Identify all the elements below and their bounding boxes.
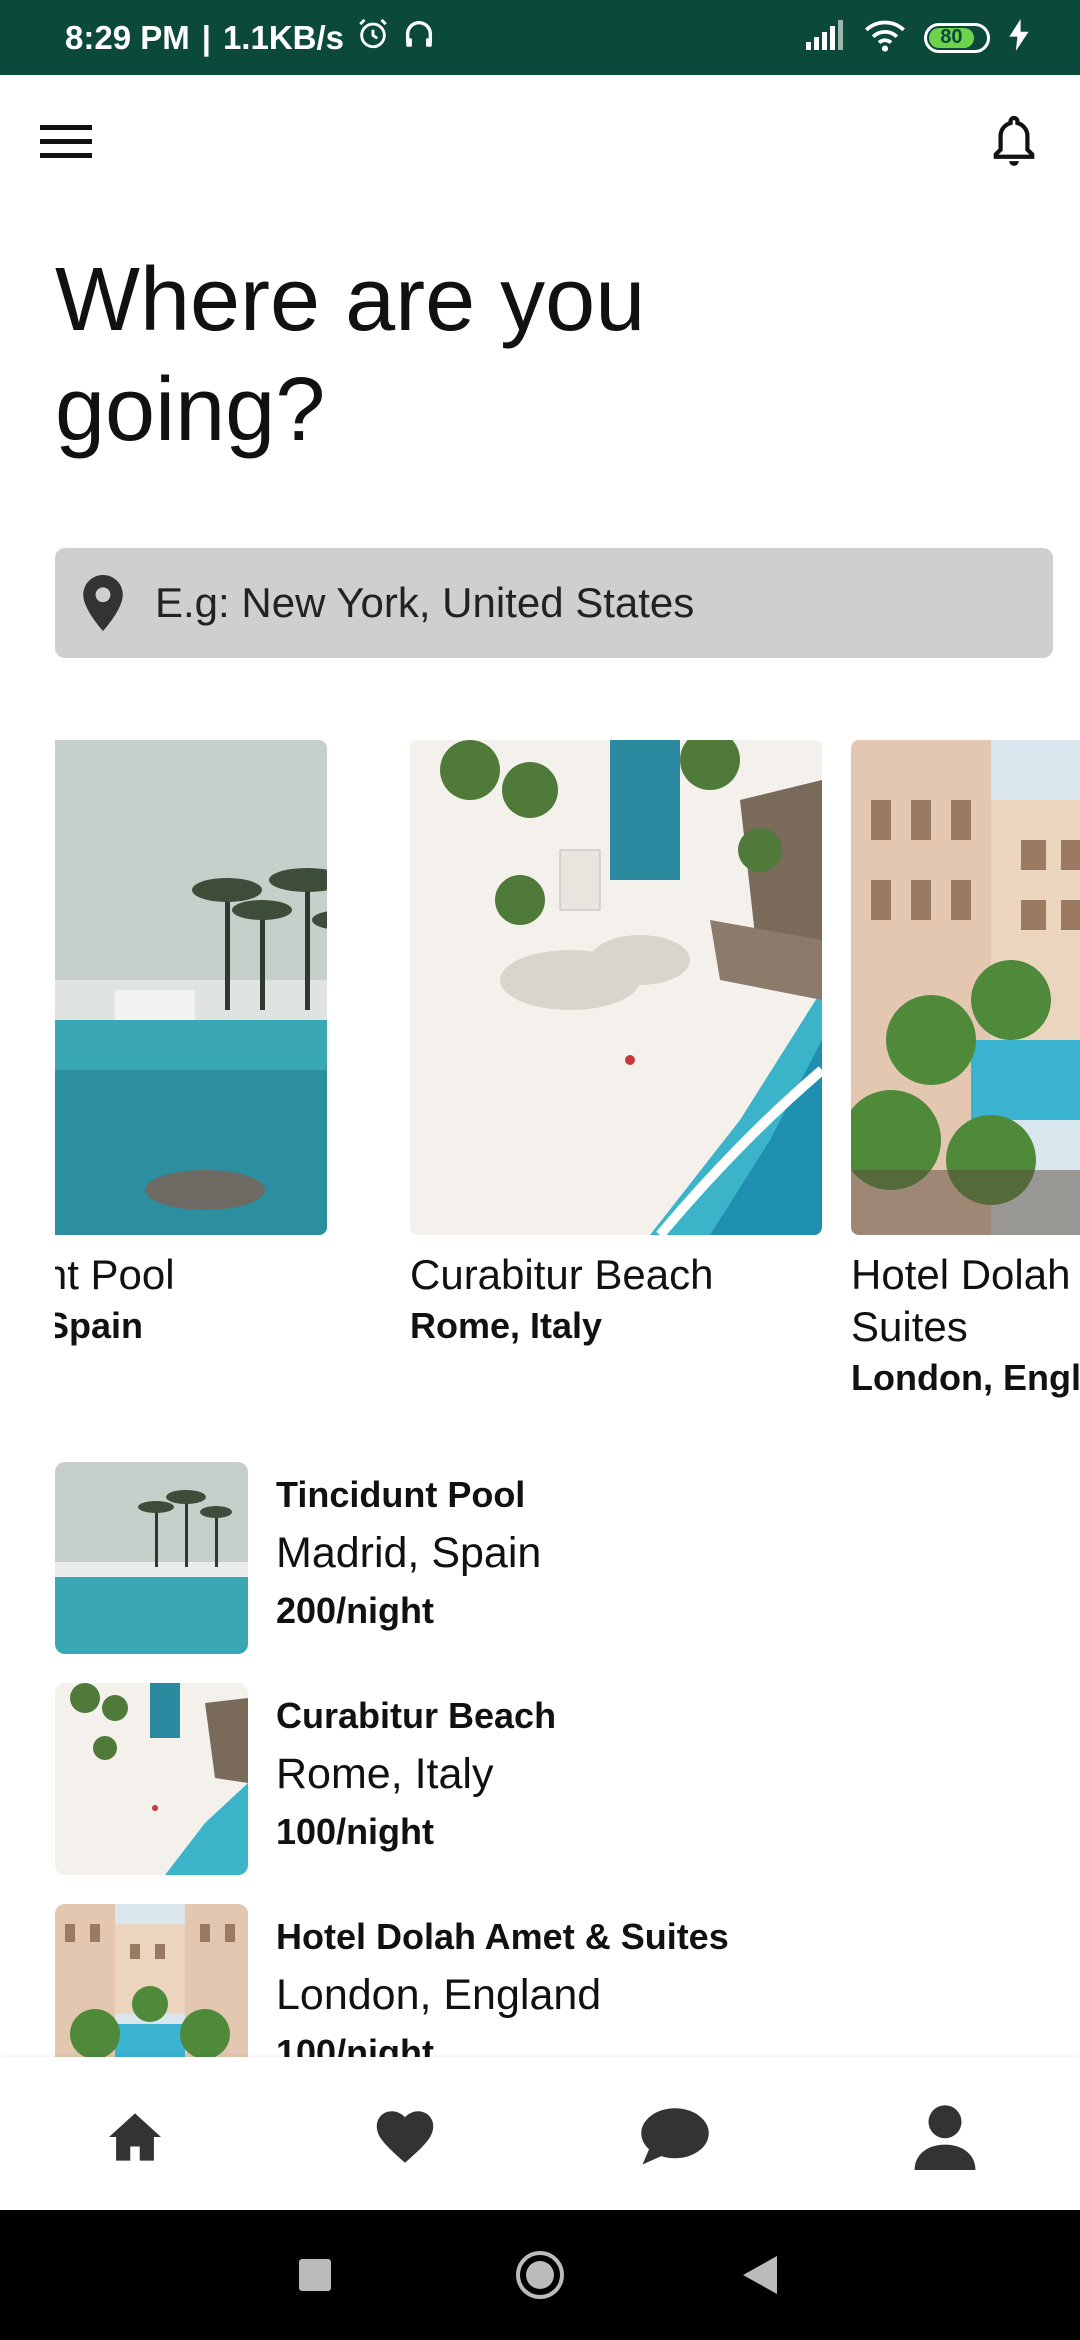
profile-icon — [914, 2105, 976, 2170]
signal-icon — [806, 20, 846, 55]
menu-button[interactable] — [30, 105, 102, 177]
home-icon — [109, 2113, 161, 2161]
list-item-name: Tincidunt Pool — [276, 1474, 526, 1515]
list-item-text: Curabitur Beach Rome, Italy 100/night — [276, 1683, 556, 1875]
list-item-price: 100/night — [276, 1811, 435, 1852]
app-bar — [0, 75, 1080, 215]
status-time: 8:29 PM — [65, 18, 190, 56]
recents-button[interactable] — [285, 2245, 345, 2305]
destination-list[interactable]: Tincidunt Pool Madrid, Spain 200/night C… — [55, 1462, 1055, 2057]
pool-thumbnail — [55, 1462, 248, 1654]
carousel-card-subtitle: Rome, Italy — [410, 1305, 603, 1346]
square-icon — [299, 2259, 331, 2291]
status-separator: | — [201, 18, 211, 56]
nav-favorites[interactable] — [360, 2092, 450, 2182]
list-item-name: Curabitur Beach — [276, 1695, 557, 1736]
list-item[interactable]: Tincidunt Pool Madrid, Spain 200/night — [55, 1462, 1055, 1654]
list-item-price: 200/night — [276, 1590, 435, 1631]
carousel-card[interactable] — [55, 740, 437, 1235]
nav-profile[interactable] — [900, 2092, 990, 2182]
charging-icon — [1008, 19, 1030, 56]
back-triangle-icon — [743, 2256, 777, 2294]
list-item-name: Hotel Dolah Amet & Suites — [276, 1916, 729, 1957]
beach-image — [410, 740, 822, 1235]
status-bar: 8:29 PM | 1.1KB/s 80 — [0, 0, 1080, 75]
beach-thumbnail — [55, 1683, 248, 1875]
wifi-icon — [864, 18, 906, 57]
headphones-icon — [402, 17, 436, 59]
list-item-price: 100/night — [276, 2032, 435, 2057]
alarm-icon — [356, 17, 390, 59]
chat-icon — [641, 2108, 709, 2165]
list-item-location: Madrid, Spain — [276, 1529, 542, 1577]
list-item-location: Rome, Italy — [276, 1750, 494, 1798]
carousel-card-title: Hotel Dolah Amet & Suites — [851, 1251, 1080, 1350]
home-system-button[interactable] — [510, 2245, 570, 2305]
list-item-text: Tincidunt Pool Madrid, Spain 200/night — [276, 1462, 541, 1654]
list-item-location: London, England — [276, 1971, 602, 2019]
search-input[interactable] — [155, 579, 1005, 627]
carousel-card-subtitle: London, England — [851, 1357, 1080, 1398]
bell-icon — [993, 115, 1035, 166]
carousel-card-title: Tincidunt Pool — [55, 1251, 175, 1298]
system-navigation-bar — [0, 2210, 1080, 2340]
hotel-image — [851, 740, 1080, 1235]
status-right: 80 — [806, 0, 1030, 75]
bottom-navigation — [0, 2057, 1080, 2210]
back-button[interactable] — [730, 2245, 790, 2305]
list-item[interactable]: Hotel Dolah Amet & Suites London, Englan… — [55, 1904, 1055, 2057]
battery-icon: 80 — [924, 22, 990, 53]
carousel-card[interactable]: Hotel Dolah Amet & Suites London, Englan… — [851, 740, 1080, 1403]
carousel-card[interactable]: Curabitur Beach Rome, Italy — [410, 740, 822, 1351]
heart-icon — [376, 2111, 434, 2163]
nav-home[interactable] — [90, 2092, 180, 2182]
carousel-card-subtitle: Madrid, Spain — [55, 1305, 144, 1346]
menu-icon — [40, 125, 92, 158]
list-item[interactable]: Curabitur Beach Rome, Italy 100/night — [55, 1683, 1055, 1875]
battery-level: 80 — [929, 26, 974, 48]
circle-icon — [516, 2251, 564, 2299]
nav-messages[interactable] — [630, 2092, 720, 2182]
list-item-text: Hotel Dolah Amet & Suites London, Englan… — [276, 1904, 729, 2057]
page-title: Where are you going? — [55, 250, 646, 460]
status-left: 8:29 PM | 1.1KB/s — [65, 0, 436, 75]
featured-carousel[interactable]: Curabitur Beach Rome, Italy Hotel Dolah … — [55, 740, 1080, 1420]
carousel-card-text: Tincidunt Pool Madrid, Spain — [55, 1249, 310, 1351]
location-pin-icon — [80, 573, 125, 633]
pool-image — [55, 740, 327, 1235]
hotel-thumbnail — [55, 1904, 248, 2057]
carousel-card-title: Curabitur Beach — [410, 1251, 714, 1298]
notifications-button[interactable] — [978, 105, 1050, 177]
search-bar[interactable] — [55, 548, 1053, 658]
status-speed: 1.1KB/s — [222, 18, 345, 56]
